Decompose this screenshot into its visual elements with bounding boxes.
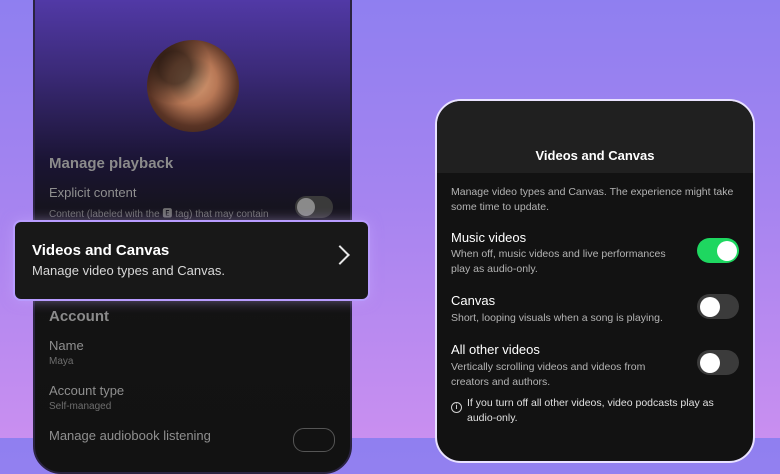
info-icon: i [451,402,462,413]
chevron-right-icon [330,245,350,265]
explicit-content-toggle[interactable] [295,196,333,218]
canvas-toggle[interactable] [697,294,739,319]
toggle-knob [717,240,737,261]
music-videos-description: When off, music videos and live performa… [451,248,666,275]
canvas-title: Canvas [451,293,496,308]
account-type-value: Self-managed [49,401,112,412]
audiobook-listening-label[interactable]: Manage audiobook listening [49,428,211,443]
account-type-label: Account type [49,383,125,398]
videos-and-canvas-menu-item[interactable]: Videos and Canvas Manage video types and… [15,222,368,299]
toggle-knob [699,352,720,373]
other-videos-toggle[interactable] [697,350,739,375]
toggle-knob [297,198,315,216]
other-videos-title: All other videos [451,342,540,357]
toggle-knob [699,296,720,317]
canvas-description: Short, looping visuals when a song is pl… [451,312,663,324]
info-note: If you turn off all other videos, video … [467,397,714,424]
videos-and-canvas-screen: Videos and Canvas Manage video types and… [435,99,755,463]
music-videos-toggle[interactable] [697,238,739,263]
menu-item-subtitle: Manage video types and Canvas. [32,263,225,278]
manage-playback-heading: Manage playback [49,155,174,172]
music-videos-title: Music videos [451,230,527,245]
audiobook-toggle[interactable] [293,428,335,452]
name-value: Maya [49,356,74,367]
intro-text: Manage video types and Canvas. The exper… [451,186,734,213]
name-label: Name [49,338,84,353]
screen-title: Videos and Canvas [535,148,655,163]
profile-avatar[interactable] [147,40,239,132]
other-videos-description: Vertically scrolling videos and videos f… [451,361,646,388]
account-heading: Account [49,308,109,325]
explicit-content-title: Explicit content [49,185,137,200]
explicit-content-description: Content (labeled with the 🅴 tag) that ma… [49,209,269,220]
menu-item-title: Videos and Canvas [32,242,170,259]
